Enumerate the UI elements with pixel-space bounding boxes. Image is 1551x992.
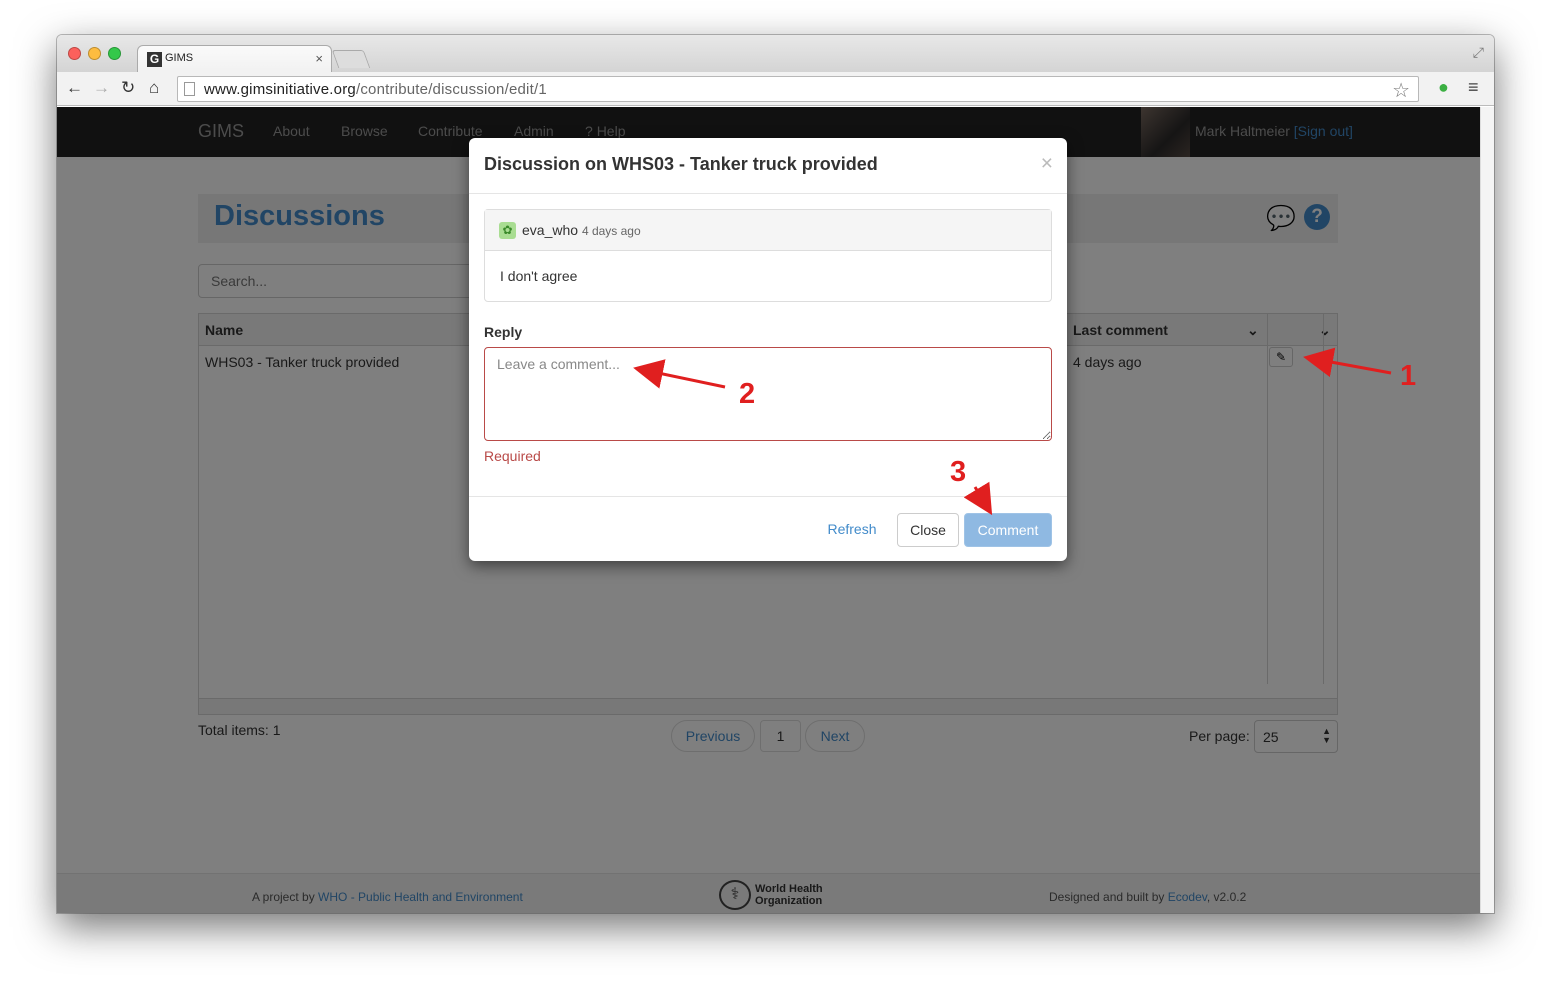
- tab-title: GIMS: [165, 52, 194, 64]
- comment-header: ✿ eva_who 4 days ago: [485, 210, 1051, 251]
- tab-close-icon[interactable]: ×: [315, 51, 323, 66]
- back-arrow-icon[interactable]: ←: [66, 78, 83, 98]
- modal-close-icon[interactable]: ×: [1041, 152, 1053, 176]
- tab-strip: G GIMS × ⤢: [57, 35, 1494, 73]
- new-tab-button[interactable]: [331, 50, 371, 68]
- modal-footer: Refresh Close Comment: [469, 496, 1067, 561]
- comment-author: eva_who 4 days ago: [522, 222, 641, 238]
- reload-icon[interactable]: ↻: [121, 78, 135, 98]
- annotation-1: 1: [1400, 360, 1417, 392]
- gims-favicon-icon: G: [147, 52, 162, 67]
- required-error: Required: [484, 448, 541, 464]
- forward-arrow-icon[interactable]: →: [93, 78, 110, 98]
- minimize-window-icon[interactable]: [88, 47, 101, 60]
- modal-title: Discussion on WHS03 - Tanker truck provi…: [484, 154, 878, 174]
- page-content: GIMS About Browse Contribute Admin ? Hel…: [57, 107, 1480, 913]
- page-icon: [184, 82, 195, 96]
- modal-header: Discussion on WHS03 - Tanker truck provi…: [469, 138, 1067, 194]
- annotation-3: 3: [950, 456, 967, 488]
- user-avatar-icon: ✿: [499, 222, 516, 239]
- browser-window: G GIMS × ⤢ ← → ↻ ⌂ www.gimsinitiative.or…: [57, 35, 1494, 913]
- browser-toolbar: ← → ↻ ⌂ www.gimsinitiative.org/contribut…: [57, 72, 1494, 106]
- refresh-button[interactable]: Refresh: [815, 513, 889, 547]
- home-icon[interactable]: ⌂: [149, 78, 159, 98]
- comment-time: 4 days ago: [581, 224, 641, 238]
- address-bar[interactable]: www.gimsinitiative.org/contribute/discus…: [177, 76, 1419, 102]
- reply-label: Reply: [484, 324, 523, 340]
- extension-icon[interactable]: ●: [1438, 77, 1449, 98]
- comment-body: I don't agree: [500, 268, 578, 284]
- close-button[interactable]: Close: [897, 513, 959, 547]
- comment-panel: ✿ eva_who 4 days ago I don't agree: [484, 209, 1052, 302]
- annotation-2: 2: [739, 378, 756, 410]
- fullscreen-icon[interactable]: ⤢: [1473, 44, 1484, 61]
- url-text: www.gimsinitiative.org/contribute/discus…: [204, 81, 547, 98]
- bookmark-star-icon[interactable]: ☆: [1392, 78, 1410, 103]
- close-window-icon[interactable]: [68, 47, 81, 60]
- page-scrollbar[interactable]: [1480, 107, 1494, 913]
- reply-textarea[interactable]: [484, 347, 1052, 441]
- browser-tab[interactable]: G GIMS ×: [137, 45, 332, 73]
- discussion-modal: Discussion on WHS03 - Tanker truck provi…: [469, 138, 1067, 561]
- comment-button[interactable]: Comment: [964, 513, 1052, 547]
- menu-icon[interactable]: ≡: [1468, 77, 1479, 98]
- maximize-window-icon[interactable]: [108, 47, 121, 60]
